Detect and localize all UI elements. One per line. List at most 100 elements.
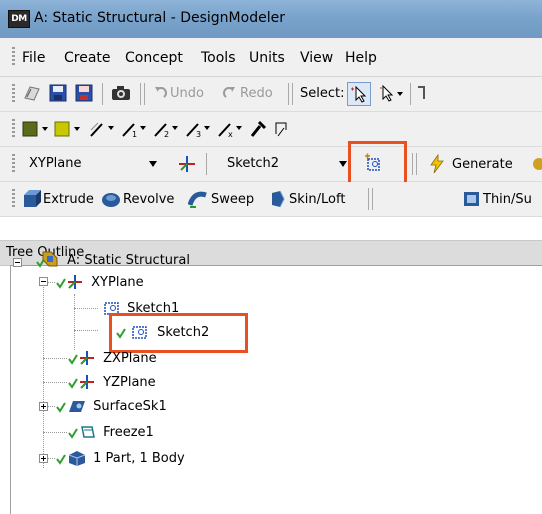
- skin-loft-icon: [272, 190, 285, 208]
- tree-node-label: ZXPlane: [103, 350, 157, 366]
- new-sketch-highlight: [348, 141, 407, 186]
- tree-node-label: YZPlane: [103, 374, 156, 390]
- model-icon: [36, 251, 58, 268]
- menu-view[interactable]: View: [300, 50, 333, 66]
- undo-label: Undo: [170, 85, 204, 101]
- edge-color-dropdown[interactable]: [54, 120, 84, 138]
- plane-axes-icon: [56, 275, 82, 289]
- tree-node-freeze1[interactable]: Freeze1: [67, 423, 154, 441]
- redo-label: Redo: [240, 85, 273, 101]
- tree-collapse-toggle[interactable]: [13, 258, 22, 267]
- chevron-down-icon: [339, 161, 347, 167]
- toolbar-separator: [140, 83, 141, 105]
- line-style-icon: [90, 122, 114, 137]
- tree-node-root[interactable]: A: Static Structural: [27, 250, 190, 270]
- toolbar-separator: [144, 83, 145, 105]
- toolbar-separator: [410, 83, 411, 105]
- share-topology-icon[interactable]: [530, 154, 542, 174]
- tree-node-yzplane[interactable]: YZPlane: [67, 373, 156, 391]
- save-as-icon[interactable]: [74, 83, 94, 103]
- tree-node-zxplane[interactable]: ZXPlane: [67, 349, 157, 367]
- svg-text:1: 1: [132, 130, 137, 139]
- cursor-select-icon: [351, 85, 367, 103]
- menubar-grip: [12, 47, 15, 67]
- screenshot-camera-icon[interactable]: [110, 83, 132, 103]
- menu-help[interactable]: Help: [345, 50, 377, 66]
- sketch2-highlight: [109, 313, 248, 353]
- thin-surface-button[interactable]: Thin/Su: [462, 189, 532, 209]
- select-mode-extra-icon[interactable]: [416, 83, 426, 103]
- toolbar-grip: [12, 154, 15, 174]
- surface-sketch-icon: [56, 401, 85, 413]
- sketch-selector-value: Sketch2: [227, 156, 280, 171]
- menu-create[interactable]: Create: [64, 50, 111, 66]
- features-toolbar: Extrude Revolve Sweep Skin/Loft Thin/Su: [0, 182, 542, 217]
- lightning-bolt-icon: [430, 154, 444, 174]
- tree-connector: [43, 278, 44, 468]
- toolbar-separator: [292, 83, 293, 105]
- redo-icon: [223, 87, 235, 98]
- main-toolbar: Undo Redo Select:: [0, 77, 542, 112]
- designmodeler-app-icon: DM: [8, 10, 30, 28]
- tree-node-label: SurfaceSk1: [93, 398, 167, 414]
- menu-concept[interactable]: Concept: [125, 50, 183, 66]
- generate-button[interactable]: Generate: [428, 154, 513, 174]
- sketch-toolbar: XYPlane Sketch2 Generate: [0, 141, 542, 186]
- revolve-icon: [102, 193, 120, 207]
- edge-color-icon: [54, 121, 80, 137]
- tree-expand-toggle[interactable]: [39, 454, 48, 463]
- tree-node-surfacesk1[interactable]: SurfaceSk1: [55, 397, 167, 415]
- line-style-dropdown-4[interactable]: 3: [184, 118, 214, 140]
- tree-outline-panel[interactable]: A: Static Structural XYPlane Sketch1 Ske…: [10, 251, 542, 514]
- menu-file[interactable]: File: [22, 50, 45, 66]
- toolbar-separator: [416, 153, 417, 175]
- toolbar-grip: [12, 84, 15, 104]
- revolve-label: Revolve: [123, 191, 175, 207]
- point-style-icon[interactable]: [248, 118, 270, 140]
- dropdown-arrow-icon: [397, 92, 403, 96]
- sweep-button[interactable]: Sweep: [188, 189, 254, 209]
- redo-button[interactable]: Redo: [222, 85, 273, 101]
- line-style-dropdown-3[interactable]: 2: [152, 118, 182, 140]
- plane-selector-value: XYPlane: [29, 156, 82, 171]
- menu-units[interactable]: Units: [249, 50, 285, 66]
- tree-node-xyplane[interactable]: XYPlane: [55, 273, 144, 291]
- new-plane-button[interactable]: [176, 153, 198, 175]
- toolbar-separator: [206, 153, 207, 175]
- undo-button[interactable]: Undo: [152, 85, 204, 101]
- tree-expand-toggle[interactable]: [39, 402, 48, 411]
- tree-node-label: 1 Part, 1 Body: [93, 450, 185, 466]
- face-color-dropdown[interactable]: [22, 120, 52, 138]
- window-title: A: Static Structural - DesignModeler: [34, 10, 285, 26]
- extrude-button[interactable]: Extrude: [22, 189, 94, 209]
- cursor-filter-icon: [380, 84, 394, 102]
- select-mode-toggle[interactable]: [347, 82, 371, 106]
- menu-tools[interactable]: Tools: [201, 50, 236, 66]
- title-bar: DM A: Static Structural - DesignModeler: [0, 0, 542, 38]
- line-style-icon: 3: [186, 123, 210, 139]
- generate-label: Generate: [452, 156, 513, 172]
- revolve-button[interactable]: Revolve: [100, 189, 174, 209]
- box-select-icon[interactable]: [272, 118, 292, 140]
- line-style-dropdown-1[interactable]: [88, 118, 118, 140]
- tree-node-label: Freeze1: [103, 424, 154, 440]
- tree-connector: [74, 330, 98, 331]
- tree-node-part-body[interactable]: 1 Part, 1 Body: [55, 449, 185, 467]
- save-icon[interactable]: [48, 83, 68, 103]
- line-style-dropdown-5[interactable]: x: [216, 118, 246, 140]
- display-toolbar: 1 2 3 x: [0, 112, 542, 147]
- sketch-selector[interactable]: Sketch2: [220, 153, 350, 175]
- tree-collapse-toggle[interactable]: [39, 277, 48, 286]
- line-style-dropdown-2[interactable]: 1: [120, 118, 150, 140]
- toolbar-separator: [412, 153, 413, 175]
- select-mode-label: Select:: [300, 86, 345, 101]
- new-file-icon[interactable]: [22, 83, 42, 103]
- skin-loft-button[interactable]: Skin/Loft: [268, 189, 345, 209]
- chevron-down-icon: [149, 161, 157, 167]
- plane-selector[interactable]: XYPlane: [22, 153, 166, 175]
- plane-axes-icon: [68, 351, 94, 365]
- tree-connector: [43, 358, 67, 359]
- tree-connector: [74, 294, 75, 350]
- sweep-icon: [188, 191, 207, 208]
- selection-filter-dropdown[interactable]: [378, 83, 404, 103]
